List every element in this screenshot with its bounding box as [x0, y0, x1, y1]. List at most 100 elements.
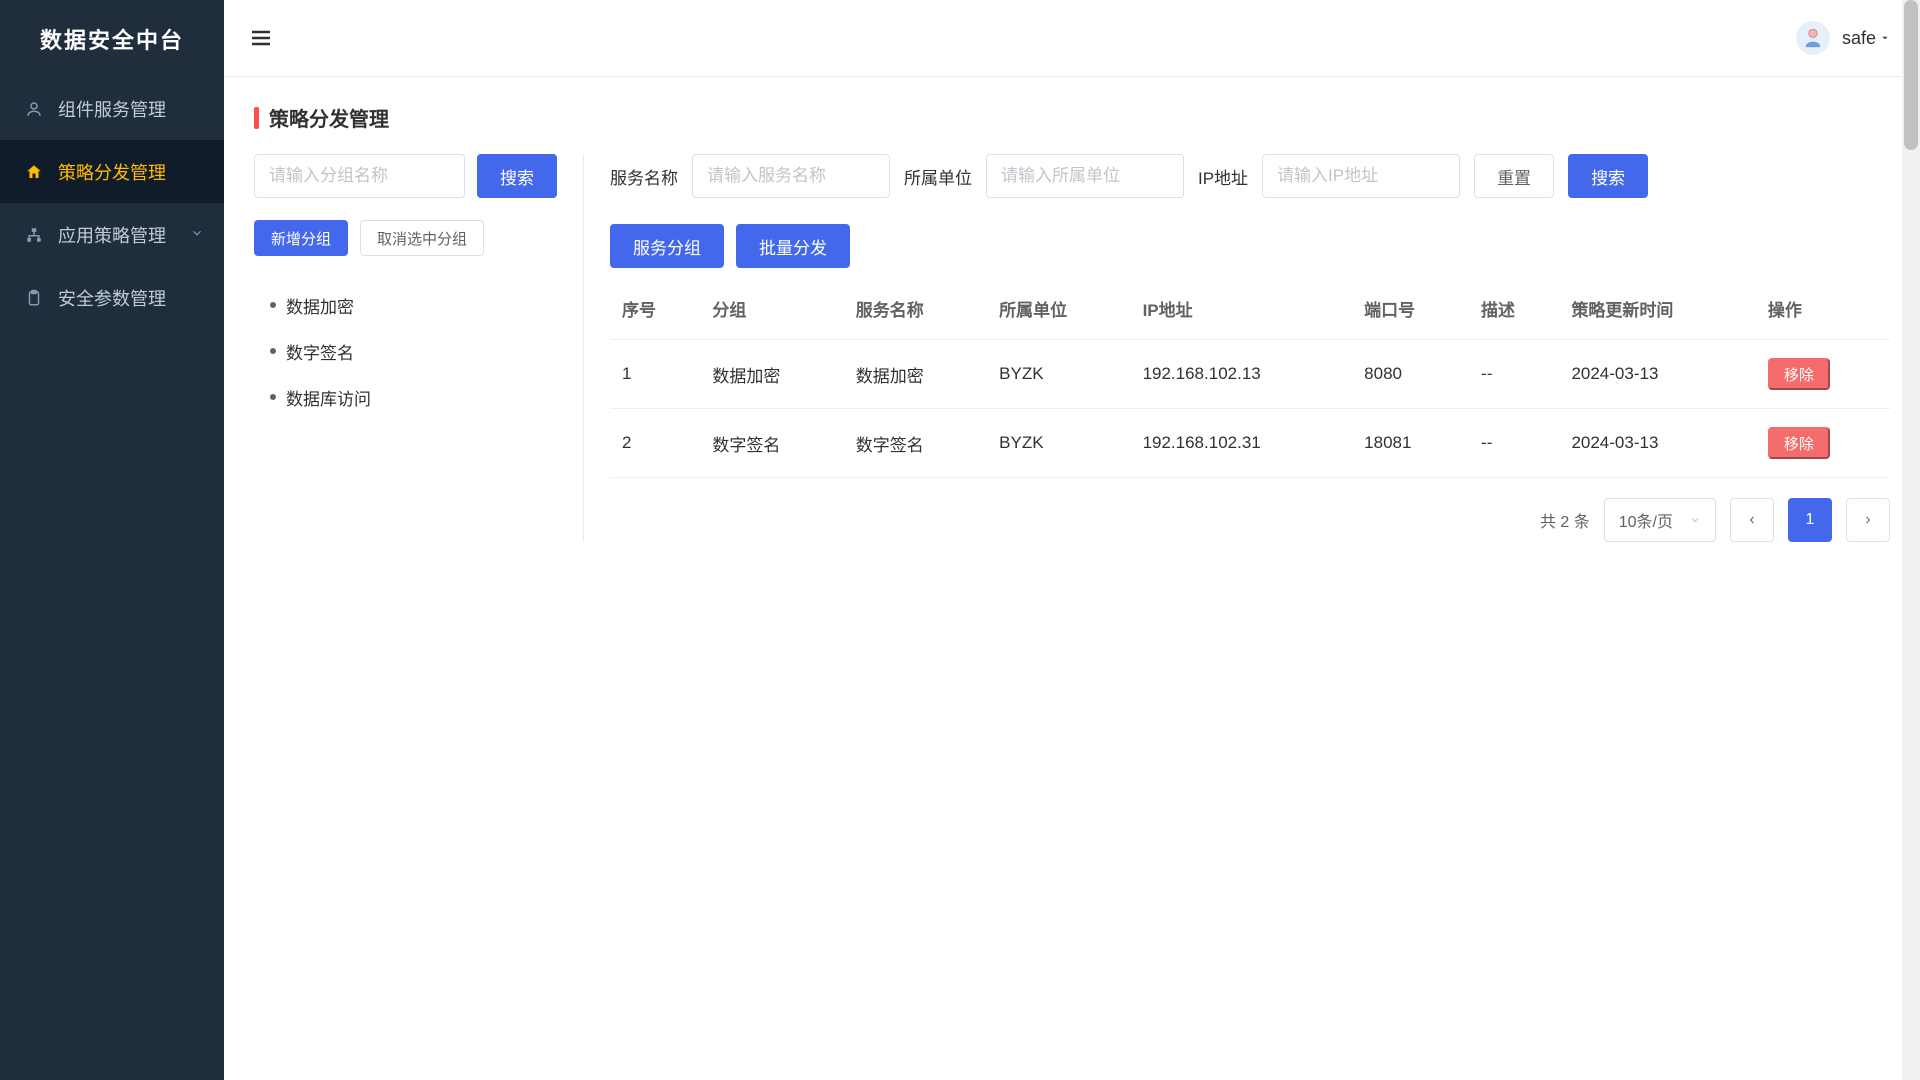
scrollbar[interactable] — [1902, 0, 1920, 1080]
th-service: 服务名称 — [844, 278, 987, 340]
group-item[interactable]: 数据加密 — [264, 282, 557, 328]
filter-ip-label: IP地址 — [1198, 164, 1248, 189]
cancel-select-group-button[interactable]: 取消选中分组 — [360, 220, 484, 256]
group-list: 数据加密 数字签名 数据库访问 — [254, 282, 557, 420]
chevron-left-icon — [1746, 514, 1758, 526]
filter-row: 服务名称 所属单位 IP地址 重置 搜索 — [610, 154, 1890, 198]
table-row: 2 数字签名 数字签名 BYZK 192.168.102.31 18081 --… — [610, 409, 1890, 478]
cell-updated: 2024-03-13 — [1559, 409, 1755, 478]
home-icon — [24, 162, 44, 182]
cell-ip: 192.168.102.13 — [1131, 340, 1353, 409]
group-item[interactable]: 数据库访问 — [264, 374, 557, 420]
cell-seq: 2 — [610, 409, 700, 478]
cell-group: 数字签名 — [700, 409, 843, 478]
th-updated: 策略更新时间 — [1559, 278, 1755, 340]
search-button[interactable]: 搜索 — [1568, 154, 1648, 198]
app-logo: 数据安全中台 — [0, 0, 224, 77]
group-item-label: 数据库访问 — [286, 385, 371, 410]
chevron-down-icon — [1689, 514, 1701, 526]
cell-desc: -- — [1469, 340, 1559, 409]
cell-port: 18081 — [1352, 409, 1469, 478]
filter-service-input[interactable] — [692, 154, 890, 198]
avatar — [1796, 21, 1830, 55]
cell-updated: 2024-03-13 — [1559, 340, 1755, 409]
cell-op: 移除 — [1756, 340, 1890, 409]
cell-unit: BYZK — [987, 409, 1130, 478]
filter-unit-input[interactable] — [986, 154, 1184, 198]
th-unit: 所属单位 — [987, 278, 1130, 340]
page-title: 策略分发管理 — [269, 103, 389, 132]
sidebar: 数据安全中台 组件服务管理 策略分发管理 应用策略管理 — [0, 0, 224, 1080]
sidebar-item-label: 应用策略管理 — [58, 222, 166, 248]
pagination-prev[interactable] — [1730, 498, 1774, 542]
cell-port: 8080 — [1352, 340, 1469, 409]
filter-unit-label: 所属单位 — [904, 164, 972, 189]
th-seq: 序号 — [610, 278, 700, 340]
pagination: 共 2 条 10条/页 1 — [610, 498, 1890, 542]
bulk-dispatch-button[interactable]: 批量分发 — [736, 224, 850, 268]
group-panel: 搜索 新增分组 取消选中分组 数据加密 数字签名 — [254, 154, 584, 542]
clipboard-icon — [24, 288, 44, 308]
group-item-label: 数字签名 — [286, 339, 354, 364]
cell-unit: BYZK — [987, 340, 1130, 409]
group-item[interactable]: 数字签名 — [264, 328, 557, 374]
pagination-total: 共 2 条 — [1540, 508, 1590, 532]
sidebar-item-label: 安全参数管理 — [58, 285, 166, 311]
cell-op: 移除 — [1756, 409, 1890, 478]
cell-service: 数据加密 — [844, 340, 987, 409]
user-name: safe — [1842, 28, 1890, 49]
group-search-input[interactable] — [254, 154, 465, 198]
th-port: 端口号 — [1352, 278, 1469, 340]
th-ip: IP地址 — [1131, 278, 1353, 340]
table-header-row: 序号 分组 服务名称 所属单位 IP地址 端口号 描述 策略更新时间 操作 — [610, 278, 1890, 340]
page-size-select[interactable]: 10条/页 — [1604, 498, 1716, 542]
main: safe 策略分发管理 搜索 新增分组 取消选 — [224, 0, 1920, 1080]
caret-down-icon — [1880, 33, 1890, 43]
sidebar-item-label: 策略分发管理 — [58, 159, 166, 185]
page-size-label: 10条/页 — [1619, 508, 1673, 532]
group-item-label: 数据加密 — [286, 293, 354, 318]
cell-desc: -- — [1469, 409, 1559, 478]
reset-button[interactable]: 重置 — [1474, 154, 1554, 198]
table-row: 1 数据加密 数据加密 BYZK 192.168.102.13 8080 -- … — [610, 340, 1890, 409]
cell-group: 数据加密 — [700, 340, 843, 409]
filter-ip-input[interactable] — [1262, 154, 1460, 198]
th-desc: 描述 — [1469, 278, 1559, 340]
cell-ip: 192.168.102.31 — [1131, 409, 1353, 478]
group-search-button[interactable]: 搜索 — [477, 154, 557, 198]
topbar: safe — [224, 0, 1920, 77]
user-menu[interactable]: safe — [1796, 21, 1890, 55]
th-group: 分组 — [700, 278, 843, 340]
sidebar-item-label: 组件服务管理 — [58, 96, 166, 122]
sidebar-menu: 组件服务管理 策略分发管理 应用策略管理 — [0, 77, 224, 329]
pagination-next[interactable] — [1846, 498, 1890, 542]
bullet-icon — [270, 394, 276, 400]
service-table: 序号 分组 服务名称 所属单位 IP地址 端口号 描述 策略更新时间 操作 — [610, 278, 1890, 478]
cell-service: 数字签名 — [844, 409, 987, 478]
add-group-button[interactable]: 新增分组 — [254, 220, 348, 256]
bullet-icon — [270, 302, 276, 308]
title-accent-bar — [254, 107, 259, 129]
sitemap-icon — [24, 225, 44, 245]
remove-button[interactable]: 移除 — [1768, 427, 1830, 459]
chevron-down-icon — [190, 224, 204, 245]
service-panel: 服务名称 所属单位 IP地址 重置 搜索 服务分组 批量分发 — [584, 154, 1890, 542]
sidebar-item-security-params[interactable]: 安全参数管理 — [0, 266, 224, 329]
action-row: 服务分组 批量分发 — [610, 224, 1890, 268]
sidebar-item-component-service[interactable]: 组件服务管理 — [0, 77, 224, 140]
users-icon — [24, 99, 44, 119]
content: 策略分发管理 搜索 新增分组 取消选中分组 — [224, 77, 1920, 1080]
hamburger-icon[interactable] — [248, 25, 274, 51]
th-op: 操作 — [1756, 278, 1890, 340]
pagination-page-1[interactable]: 1 — [1788, 498, 1832, 542]
remove-button[interactable]: 移除 — [1768, 358, 1830, 390]
chevron-right-icon — [1862, 514, 1874, 526]
sidebar-item-policy-dispatch[interactable]: 策略分发管理 — [0, 140, 224, 203]
page-title-wrap: 策略分发管理 — [254, 103, 1890, 132]
bullet-icon — [270, 348, 276, 354]
cell-seq: 1 — [610, 340, 700, 409]
filter-service-label: 服务名称 — [610, 164, 678, 189]
scrollbar-thumb[interactable] — [1904, 0, 1918, 150]
sidebar-item-app-policy[interactable]: 应用策略管理 — [0, 203, 224, 266]
service-group-button[interactable]: 服务分组 — [610, 224, 724, 268]
